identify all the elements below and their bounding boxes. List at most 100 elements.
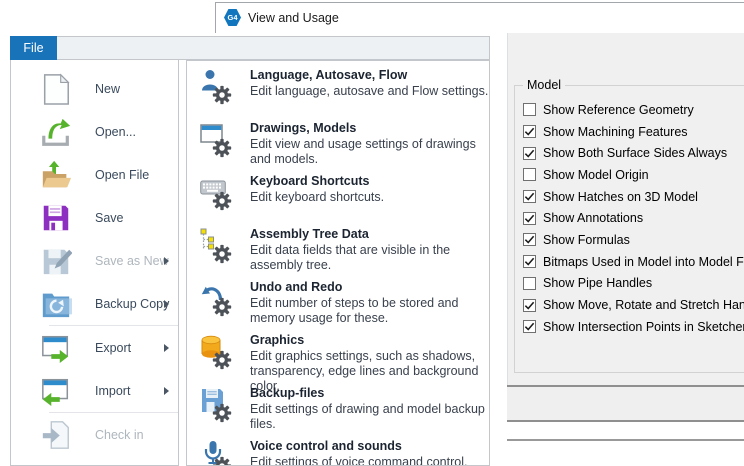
lower-panel-strip: [507, 387, 744, 420]
model-groupbox-label: Model: [523, 78, 565, 92]
open-icon: [39, 115, 73, 149]
checkbox-checked[interactable]: [523, 299, 536, 312]
model-checkbox-row: Bitmaps Used in Model into Model File: [523, 251, 744, 273]
file-dropdown-menu: New Open... Open File: [10, 60, 179, 466]
checkbox-checked[interactable]: [523, 255, 536, 268]
assembly-tree-gear-icon: [198, 227, 242, 269]
settings-submenu: Language, Autosave, Flow Edit language, …: [186, 60, 490, 466]
checkbox-checked[interactable]: [523, 190, 536, 203]
file-menu-item-label: Open...: [95, 125, 136, 139]
window-bottom-edge: [507, 439, 744, 441]
file-menu-item-save[interactable]: Save: [11, 196, 178, 239]
file-menu-item-new[interactable]: New: [11, 67, 178, 110]
settings-item-title: Drawings, Models: [250, 121, 490, 135]
backup-files-gear-icon: [198, 386, 242, 428]
file-menu-item-export[interactable]: Export: [11, 326, 178, 369]
checkbox-unchecked[interactable]: [523, 168, 536, 181]
check-in-icon: [39, 418, 73, 452]
settings-item-keyboard-shortcuts[interactable]: Keyboard Shortcuts Edit keyboard shortcu…: [187, 170, 489, 223]
lower-panel-bottom-edge: [507, 420, 744, 422]
model-checkbox-row: Show Annotations: [523, 207, 744, 229]
file-menu-button[interactable]: File: [10, 36, 57, 60]
model-checkbox-row: Show Move, Rotate and Stretch Handles: [523, 294, 744, 316]
settings-item-description: Edit settings of voice command control, …: [250, 455, 490, 466]
settings-item-title: Language, Autosave, Flow: [250, 68, 490, 82]
submenu-arrow-icon: [164, 257, 169, 265]
open-file-icon: [39, 158, 73, 192]
settings-item-description: Edit number of steps to be stored and me…: [250, 296, 490, 326]
settings-item-title: Backup-files: [250, 386, 490, 400]
checkbox-label: Show Pipe Handles: [543, 276, 652, 290]
file-menu-item-label: Check in: [95, 428, 144, 442]
model-checkbox-row: Show Both Surface Sides Always: [523, 142, 744, 164]
settings-item-title: Voice control and sounds: [250, 439, 490, 453]
submenu-arrow-icon: [164, 387, 169, 395]
application-window: G4 View and Usage File Model Show Refere…: [0, 0, 744, 466]
settings-item-graphics[interactable]: Graphics Edit graphics settings, such as…: [187, 329, 489, 382]
settings-item-title: Undo and Redo: [250, 280, 490, 294]
document-tab-title: View and Usage: [248, 11, 339, 25]
import-icon: [39, 374, 73, 408]
checkbox-label: Show Both Surface Sides Always: [543, 146, 727, 160]
checkbox-checked[interactable]: [523, 320, 536, 333]
view-and-usage-settings-panel: Model Show Reference Geometry Show Machin…: [507, 33, 744, 385]
file-menu-item-label: Open File: [95, 168, 149, 182]
export-icon: [39, 331, 73, 365]
checkbox-checked[interactable]: [523, 212, 536, 225]
backup-copy-icon: [39, 287, 73, 321]
checkbox-label: Show Annotations: [543, 211, 643, 225]
model-checkbox-row: Show Formulas: [523, 229, 744, 251]
settings-item-description: Edit settings of drawing and model backu…: [250, 402, 490, 432]
settings-item-description: Edit language, autosave and Flow setting…: [250, 84, 490, 99]
file-menu-item-save-as-new[interactable]: Save as New: [11, 239, 178, 282]
submenu-arrow-icon: [164, 344, 169, 352]
file-menu-item-check-in[interactable]: Check in: [11, 413, 178, 456]
checkbox-label: Show Move, Rotate and Stretch Handles: [543, 298, 744, 312]
file-menu-item-backup-copy[interactable]: Backup Copy: [11, 282, 178, 325]
file-menu-item-label: Backup Copy: [95, 297, 169, 311]
keyboard-gear-icon: [198, 174, 242, 216]
user-gear-icon: [198, 68, 242, 110]
checkbox-label: Show Machining Features: [543, 125, 688, 139]
g4-app-badge-icon: G4: [224, 9, 241, 26]
settings-item-voice-control-and-sounds[interactable]: Voice control and sounds Edit settings o…: [187, 435, 489, 466]
file-menu-item-import[interactable]: Import: [11, 369, 178, 412]
settings-item-assembly-tree-data[interactable]: Assembly Tree Data Edit data fields that…: [187, 223, 489, 276]
settings-item-title: Assembly Tree Data: [250, 227, 490, 241]
settings-item-title: Graphics: [250, 333, 490, 347]
document-tab-view-and-usage[interactable]: G4 View and Usage: [224, 9, 339, 26]
settings-item-drawings-models[interactable]: Drawings, Models Edit view and usage set…: [187, 117, 489, 170]
settings-item-language-autosave-flow[interactable]: Language, Autosave, Flow Edit language, …: [187, 64, 489, 117]
settings-item-description: Edit view and usage settings of drawings…: [250, 137, 490, 167]
graphics-cylinder-gear-icon: [198, 333, 242, 375]
checkbox-checked[interactable]: [523, 233, 536, 246]
model-checkbox-row: Show Pipe Handles: [523, 273, 744, 295]
checkbox-label: Show Formulas: [543, 233, 630, 247]
settings-item-backup-files[interactable]: Backup-files Edit settings of drawing an…: [187, 382, 489, 435]
checkbox-unchecked[interactable]: [523, 103, 536, 116]
save-as-new-icon: [39, 244, 73, 278]
ribbon-strip: [10, 36, 490, 60]
checkbox-checked[interactable]: [523, 147, 536, 160]
checkbox-label: Show Reference Geometry: [543, 103, 694, 117]
settings-item-description: Edit data fields that are visible in the…: [250, 243, 490, 273]
model-checkbox-row: Show Intersection Points in Sketcher: [523, 316, 744, 338]
checkbox-label: Show Intersection Points in Sketcher: [543, 320, 744, 334]
model-checkbox-row: Show Model Origin: [523, 164, 744, 186]
file-menu-item-label: Import: [95, 384, 130, 398]
settings-item-undo-and-redo[interactable]: Undo and Redo Edit number of steps to be…: [187, 276, 489, 329]
model-groupbox: Model Show Reference GeometryShow Machin…: [514, 85, 744, 373]
file-menu-item-label: Save: [95, 211, 124, 225]
checkbox-label: Show Hatches on 3D Model: [543, 190, 698, 204]
model-checkbox-row: Show Hatches on 3D Model: [523, 186, 744, 208]
model-checkbox-list: Show Reference Geometry Show Machining Fe…: [515, 86, 744, 338]
checkbox-checked[interactable]: [523, 125, 536, 138]
file-menu-item-open-file[interactable]: Open File: [11, 153, 178, 196]
file-menu-item-label: Export: [95, 341, 131, 355]
file-menu-item-open[interactable]: Open...: [11, 110, 178, 153]
checkbox-unchecked[interactable]: [523, 277, 536, 290]
settings-item-title: Keyboard Shortcuts: [250, 174, 490, 188]
new-document-icon: [39, 72, 73, 106]
window-gear-icon: [198, 121, 242, 163]
checkbox-label: Show Model Origin: [543, 168, 649, 182]
